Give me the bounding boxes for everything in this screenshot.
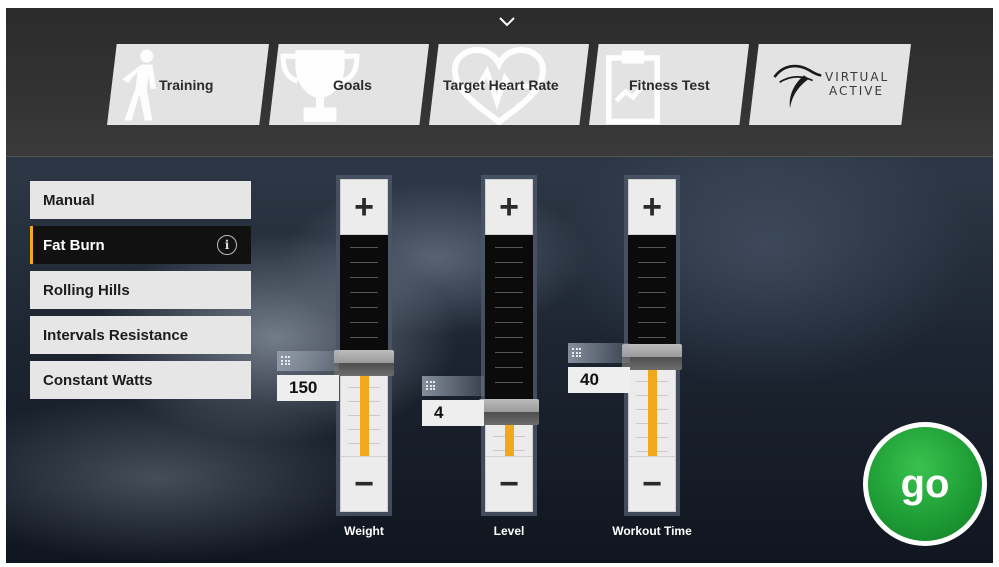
virtual-active-logo: [773, 64, 822, 109]
slider-handle[interactable]: [622, 343, 682, 370]
keypad-icon[interactable]: [572, 348, 581, 357]
tab-virtual-active[interactable]: VIRTUAL ACTIVE: [749, 44, 911, 125]
level-value[interactable]: 4: [422, 400, 484, 426]
program-label: Intervals Resistance: [43, 326, 189, 344]
slider-upper-zone: [340, 235, 388, 351]
program-label: Manual: [43, 191, 95, 209]
decrease-level-button[interactable]: −: [485, 456, 533, 512]
tab-fitness-test[interactable]: Fitness Test: [589, 44, 749, 125]
slider-tick: [495, 382, 523, 383]
workout-time-label: Workout Time: [612, 524, 692, 538]
keypad-icon[interactable]: [281, 356, 290, 365]
slider-tick: [350, 277, 378, 278]
slider-fill: [648, 369, 657, 456]
slider-upper-zone: [628, 235, 676, 344]
slider-tick: [495, 322, 523, 323]
slider-tick: [495, 262, 523, 263]
slider-fill: [505, 424, 514, 456]
weight-label: Weight: [344, 524, 384, 538]
level-label: Level: [493, 524, 525, 538]
slider-tick: [495, 292, 523, 293]
slider-tick: [638, 262, 666, 263]
logo-line-virtual: VIRTUAL: [825, 70, 890, 84]
slider-tick: [350, 262, 378, 263]
program-item-manual[interactable]: Manual: [30, 181, 251, 219]
slider-tick: [495, 247, 523, 248]
weight-value-header: [277, 351, 339, 371]
chevron-down-icon[interactable]: [499, 16, 515, 28]
workout-setup-screen: Training Goals Target Heart Rate Fitness…: [6, 8, 993, 563]
program-item-intervals-resistance[interactable]: Intervals Resistance: [30, 316, 251, 354]
virtual-active-wordmark: VIRTUAL ACTIVE: [825, 70, 889, 98]
tab-goals[interactable]: Goals: [269, 44, 429, 125]
slider-handle[interactable]: [479, 398, 539, 425]
slider-tick: [350, 292, 378, 293]
tab-target-heart-rate-label: Target Heart Rate: [443, 76, 559, 93]
decrease-workout-time-button[interactable]: −: [628, 456, 676, 512]
level-slider[interactable]: + − Level: [479, 175, 539, 538]
slider-tick: [350, 247, 378, 248]
slider-tick: [350, 307, 378, 308]
weight-slider[interactable]: + − Weight: [334, 175, 394, 538]
slider-tick: [495, 277, 523, 278]
slider-handle[interactable]: [334, 350, 394, 377]
tab-training-label: Training: [159, 76, 214, 93]
slider-tick: [638, 292, 666, 293]
increase-weight-button[interactable]: +: [340, 179, 388, 235]
slider-tick: [638, 337, 666, 338]
slider-tick: [638, 307, 666, 308]
weight-value[interactable]: 150: [277, 375, 339, 401]
workout-time-value-header: [568, 343, 630, 363]
go-button-label: go: [868, 427, 982, 541]
slider-tick: [495, 352, 523, 353]
tab-goals-label: Goals: [333, 76, 372, 93]
program-item-fat-burn[interactable]: Fat Burn i: [30, 226, 251, 264]
program-item-constant-watts[interactable]: Constant Watts: [30, 361, 251, 399]
keypad-icon[interactable]: [426, 381, 435, 390]
tab-target-heart-rate[interactable]: Target Heart Rate: [429, 44, 589, 125]
level-value-header: [422, 376, 484, 396]
decrease-weight-button[interactable]: −: [340, 456, 388, 512]
slider-fill: [360, 376, 369, 456]
program-label: Constant Watts: [43, 371, 153, 389]
increase-level-button[interactable]: +: [485, 179, 533, 235]
program-label: Rolling Hills: [43, 281, 130, 299]
top-navigation-bar: Training Goals Target Heart Rate Fitness…: [6, 8, 993, 157]
program-label: Fat Burn: [43, 236, 105, 254]
tab-fitness-test-label: Fitness Test: [629, 76, 710, 93]
program-item-rolling-hills[interactable]: Rolling Hills: [30, 271, 251, 309]
slider-upper-zone: [485, 235, 533, 399]
slider-tick: [638, 277, 666, 278]
increase-workout-time-button[interactable]: +: [628, 179, 676, 235]
workout-time-slider[interactable]: + − Workout Time: [612, 175, 692, 538]
slider-tick: [495, 307, 523, 308]
slider-tick: [350, 322, 378, 323]
logo-line-active: ACTIVE: [829, 84, 885, 98]
slider-tick: [495, 337, 523, 338]
workout-time-value[interactable]: 40: [568, 367, 630, 393]
tab-training[interactable]: Training: [107, 44, 269, 125]
info-icon[interactable]: i: [217, 235, 237, 255]
slider-tick: [350, 337, 378, 338]
program-list: Manual Fat Burn i Rolling Hills Interval…: [30, 181, 251, 406]
slider-tick: [638, 322, 666, 323]
slider-tick: [638, 247, 666, 248]
go-button[interactable]: go: [863, 422, 987, 546]
slider-tick: [495, 367, 523, 368]
